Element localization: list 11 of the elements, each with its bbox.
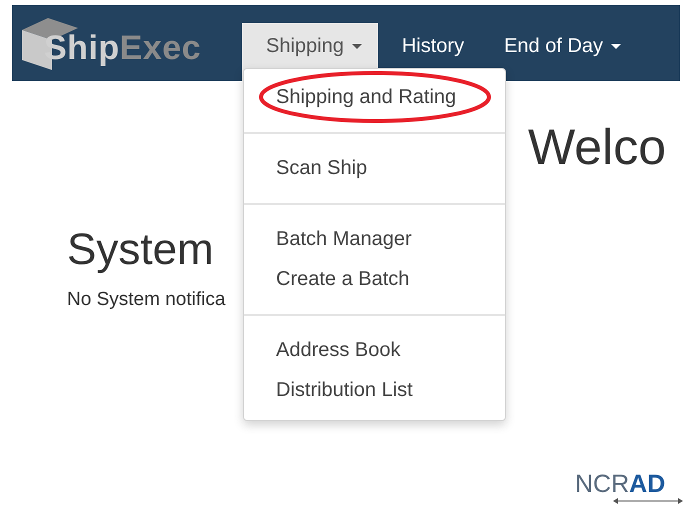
menu-item[interactable]: Create a Batch — [244, 259, 505, 299]
menu-item[interactable]: Address Book — [244, 330, 505, 370]
menu-item[interactable]: Distribution List — [244, 370, 505, 410]
menu-item[interactable]: Batch Manager — [244, 219, 505, 259]
notification-message: No System notifica — [67, 289, 226, 311]
ncrad-logo: NCRAD — [575, 470, 688, 504]
menu-item[interactable]: Scan Ship — [244, 148, 505, 188]
nav-item[interactable]: End of Day — [480, 23, 638, 69]
welcome-heading: Welco — [528, 119, 666, 175]
section-heading: System — [67, 225, 214, 275]
nav-item[interactable]: History — [378, 23, 480, 69]
